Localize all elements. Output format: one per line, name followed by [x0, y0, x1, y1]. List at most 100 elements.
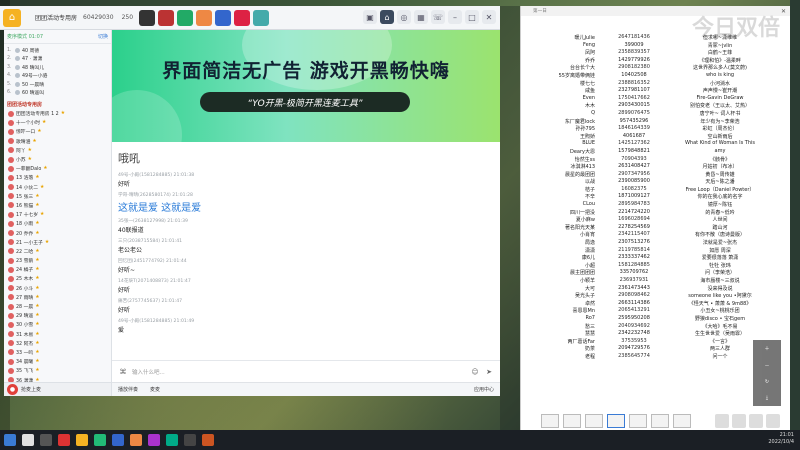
queue-row[interactable]: 6. 60 晴遥叫 — [7, 89, 108, 98]
member-row[interactable]: 34 晨曦 ★ — [4, 357, 111, 366]
tray-icon[interactable] — [766, 414, 780, 428]
song-title: 《理和怕》-温柔畔 — [699, 57, 741, 64]
screen-share-icon[interactable]: ▣ — [363, 10, 377, 24]
member-row[interactable]: 30 小雪 ★ — [4, 320, 111, 329]
app-shortcut-icon[interactable] — [196, 9, 213, 26]
member-row[interactable]: 14 小伙二 ★ — [4, 183, 111, 192]
minimize-icon[interactable]: – — [448, 10, 462, 24]
grid-icon[interactable]: ▦ — [414, 10, 428, 24]
app-shortcut-icon[interactable] — [139, 9, 156, 26]
table-row: 桔子 16082375 Free Loop（Daniel Powter） — [521, 186, 791, 194]
app-shortcut-icon[interactable] — [215, 9, 232, 26]
mic-icon[interactable]: ● — [7, 384, 18, 395]
app-shortcut-icon[interactable] — [158, 9, 175, 26]
app-shortcut-icon[interactable] — [253, 9, 270, 26]
member-row[interactable]: 32 阿杰 ★ — [4, 339, 111, 348]
taskbar: 21:01 2022/10/4 — [0, 430, 800, 450]
member-row[interactable]: 28 一晨 ★ — [4, 302, 111, 311]
member-row[interactable]: 歌晴涵 ★ — [4, 137, 111, 146]
queue-row[interactable]: 1. 40 周德 — [7, 46, 108, 55]
requester-name: 夏小麻w — [575, 217, 595, 224]
member-row[interactable]: 33 一鸣 ★ — [4, 348, 111, 357]
member-row[interactable]: 团团活动专用房 1 2 ★ — [4, 109, 111, 118]
member-row[interactable]: 18 小雨 ★ — [4, 219, 111, 228]
queue-row[interactable]: 2. 47 · 潇潇 — [7, 55, 108, 64]
thumbnail[interactable] — [607, 414, 625, 428]
tray-icon[interactable] — [715, 414, 729, 428]
rotate-icon[interactable]: ↻ — [765, 379, 769, 385]
thumbnail[interactable] — [629, 414, 647, 428]
phone-icon[interactable]: ☏ — [431, 10, 445, 24]
zoom-in-icon[interactable]: ＋ — [764, 345, 769, 352]
thumbnail[interactable] — [585, 414, 603, 428]
member-row[interactable]: 十一个小时 ★ — [4, 118, 111, 127]
app-icon[interactable] — [202, 434, 214, 446]
member-row[interactable]: 一菲翻Dalo ★ — [4, 164, 111, 173]
member-row[interactable]: 22 二哈 ★ — [4, 247, 111, 256]
app-shortcut-icon[interactable] — [177, 9, 194, 26]
thumbnail[interactable] — [541, 414, 559, 428]
tray-icon[interactable] — [749, 414, 763, 428]
ad-banner[interactable]: 界面简洁无广告 游戏开黑畅快嗨 “YO开黑-极简开黑连麦工具” — [112, 30, 500, 142]
switch-link[interactable]: 切换 — [98, 33, 108, 40]
member-row[interactable]: 小苏 ★ — [4, 155, 111, 164]
maximize-icon[interactable]: □ — [465, 10, 479, 24]
gamepad-icon[interactable]: ⌘ — [118, 367, 128, 377]
member-row[interactable]: 26 小斗 ★ — [4, 284, 111, 293]
chat-input-field[interactable]: 输入什么吧... — [132, 368, 466, 376]
member-row[interactable]: 29 晴遥 ★ — [4, 311, 111, 320]
app-icon[interactable] — [184, 434, 196, 446]
thumbnail[interactable] — [673, 414, 691, 428]
app-icon[interactable] — [130, 434, 142, 446]
app-shortcut-icon[interactable] — [234, 9, 251, 26]
tray-icon[interactable] — [732, 414, 746, 428]
member-row[interactable]: 27 雨晴 ★ — [4, 293, 111, 302]
member-row[interactable]: 15 张三 ★ — [4, 192, 111, 201]
task-view-icon[interactable] — [40, 434, 52, 446]
queue-row[interactable]: 3. 48 晴叫儿 — [7, 63, 108, 72]
app-icon[interactable] — [94, 434, 106, 446]
zoom-out-icon[interactable]: － — [764, 362, 769, 369]
member-row[interactable]: 31 木易 ★ — [4, 330, 111, 339]
send-icon[interactable]: ➤ — [484, 367, 494, 377]
thumbnail[interactable] — [563, 414, 581, 428]
member-row[interactable]: 20 乔乔 ★ — [4, 228, 111, 237]
requester-name: 康6儿 — [581, 255, 595, 262]
close-icon[interactable]: ✕ — [482, 10, 496, 24]
taskbar-clock[interactable]: 21:01 2022/10/4 — [768, 432, 794, 446]
app-icon[interactable] — [166, 434, 178, 446]
member-row[interactable]: 13 洛落 ★ — [4, 173, 111, 182]
search-icon[interactable] — [22, 434, 34, 446]
grab-mic-button[interactable]: 抢麦上麦 — [21, 386, 41, 393]
app-icon[interactable] — [76, 434, 88, 446]
thumbnail[interactable] — [651, 414, 669, 428]
app-center-button[interactable]: 应用中心 — [474, 386, 494, 393]
requester-name: 木木 — [584, 103, 595, 110]
member-row[interactable]: 24 橘子 ★ — [4, 265, 111, 274]
member-name: 小苏 — [16, 158, 26, 164]
member-row[interactable]: 惊吓一口 ★ — [4, 127, 111, 136]
play-accompaniment-button[interactable]: 播放伴奏 — [118, 386, 138, 393]
mic-toggle-button[interactable]: 麦麦 — [150, 386, 160, 393]
member-row[interactable]: 23 雪鹅 ★ — [4, 256, 111, 265]
queue-row[interactable]: 5. 50 一晨晴 — [7, 80, 108, 89]
member-row[interactable]: 25 木木 ★ — [4, 274, 111, 283]
app-icon[interactable] — [112, 434, 124, 446]
app-icon[interactable] — [148, 434, 160, 446]
member-row[interactable]: 阿丫 ★ — [4, 146, 111, 155]
member-row[interactable]: 16 熊猫 ★ — [4, 201, 111, 210]
home-icon[interactable]: ⌂ — [3, 8, 21, 27]
start-icon[interactable] — [4, 434, 16, 446]
member-row[interactable]: 17 十七岁 ★ — [4, 210, 111, 219]
close-icon[interactable]: ✕ — [781, 8, 786, 15]
song-title: 唐宁叶~ 词人杆书 — [699, 110, 741, 117]
app-icon[interactable] — [58, 434, 70, 446]
home-tab-icon[interactable]: ⌂ — [380, 10, 394, 24]
queue-row[interactable]: 4. 49号一小骆 — [7, 72, 108, 81]
gamepad-icon[interactable]: ◎ — [397, 10, 411, 24]
emoji-icon[interactable]: ☺ — [470, 367, 480, 377]
member-row[interactable]: 35 飞飞 ★ — [4, 366, 111, 375]
member-row[interactable]: 21 一小王子 ★ — [4, 238, 111, 247]
member-name: 16 熊猫 — [16, 203, 34, 209]
download-icon[interactable]: ⤓ — [766, 395, 768, 401]
